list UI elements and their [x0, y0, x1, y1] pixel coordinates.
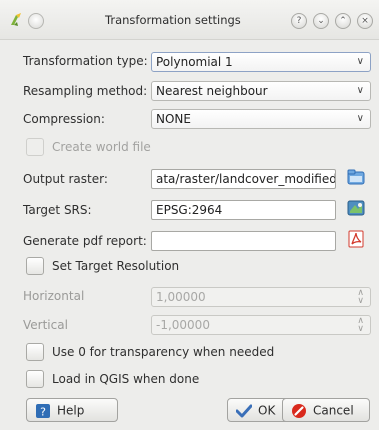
create-world-file-checkbox[interactable] [26, 138, 44, 156]
browse-pdf-button[interactable] [346, 230, 368, 250]
chevron-down-icon: ∨ [356, 85, 364, 96]
compression-select[interactable]: NONE ∨ [151, 109, 371, 129]
transformation-settings-dialog: Transformation settings ? ⌄ ⌃ × Transfor… [0, 0, 379, 430]
output-raster-input[interactable]: ata/raster/landcover_modified.tif [151, 169, 336, 189]
target-srs-label: Target SRS: [23, 203, 92, 217]
set-target-resolution-checkbox[interactable] [26, 257, 44, 275]
svg-text:?: ? [40, 405, 46, 418]
chevron-down-icon: ∨ [356, 56, 364, 67]
help-button-label: Help [57, 403, 85, 418]
load-in-qgis-checkbox[interactable] [26, 370, 44, 388]
resampling-method-select[interactable]: Nearest neighbour ∨ [151, 81, 371, 101]
browse-output-button[interactable] [346, 168, 368, 188]
cancel-icon [292, 403, 306, 418]
horizontal-spinbox[interactable]: 1,00000 ∧ ∨ [151, 287, 371, 307]
maximize-button[interactable]: ⌃ [335, 13, 351, 29]
target-srs-input[interactable]: EPSG:2964 [151, 200, 336, 220]
resampling-method-value: Nearest neighbour [156, 84, 268, 98]
pdf-icon [348, 230, 364, 248]
close-icon: × [361, 16, 369, 26]
spin-arrows-icon: ∧ ∨ [357, 316, 364, 334]
compression-value: NONE [156, 112, 191, 126]
window-title: Transformation settings [105, 13, 241, 27]
help-book-icon: ? [36, 403, 50, 418]
transformation-type-value: Polynomial 1 [156, 55, 233, 69]
transformation-type-select[interactable]: Polynomial 1 ∨ [151, 52, 371, 72]
question-icon: ? [296, 16, 302, 26]
pdf-report-label: Generate pdf report: [23, 234, 147, 248]
select-srs-button[interactable] [346, 199, 368, 219]
vertical-spinbox[interactable]: -1,00000 ∧ ∨ [151, 315, 371, 335]
cancel-button[interactable]: Cancel [282, 398, 370, 422]
spin-arrows-icon: ∧ ∨ [357, 288, 364, 306]
chevron-down-icon: ∨ [356, 113, 364, 124]
horizontal-value: 1,00000 [156, 290, 206, 304]
checkmark-icon [236, 404, 252, 417]
help-button[interactable]: ? Help [26, 398, 118, 422]
title-bar[interactable]: Transformation settings ? ⌄ ⌃ × [0, 0, 379, 40]
vertical-value: -1,00000 [156, 318, 210, 332]
projection-icon [347, 200, 365, 216]
vertical-label: Vertical [23, 318, 68, 332]
set-target-resolution-label: Set Target Resolution [52, 259, 180, 273]
use-zero-transparency-checkbox[interactable] [26, 343, 44, 361]
pdf-report-input[interactable] [151, 231, 336, 251]
horizontal-label: Horizontal [23, 289, 85, 303]
create-world-file-label: Create world file [52, 140, 151, 154]
cancel-button-label: Cancel [313, 403, 354, 418]
compression-label: Compression: [23, 112, 105, 126]
help-title-button[interactable]: ? [291, 13, 307, 29]
load-in-qgis-label: Load in QGIS when done [52, 372, 200, 386]
qgis-logo-icon [11, 13, 21, 26]
transformation-type-label: Transformation type: [23, 54, 148, 68]
resampling-method-label: Resampling method: [23, 84, 148, 98]
minimize-button[interactable]: ⌄ [313, 13, 329, 29]
close-button[interactable]: × [357, 13, 373, 29]
ok-button-label: OK [258, 403, 276, 418]
output-raster-label: Output raster: [23, 172, 108, 186]
chevron-up-icon: ⌃ [339, 16, 347, 26]
chevron-down-icon: ⌄ [317, 16, 325, 26]
window-menu-button[interactable] [28, 13, 44, 29]
use-zero-transparency-label: Use 0 for transparency when needed [52, 345, 275, 359]
folder-open-icon [347, 169, 365, 185]
